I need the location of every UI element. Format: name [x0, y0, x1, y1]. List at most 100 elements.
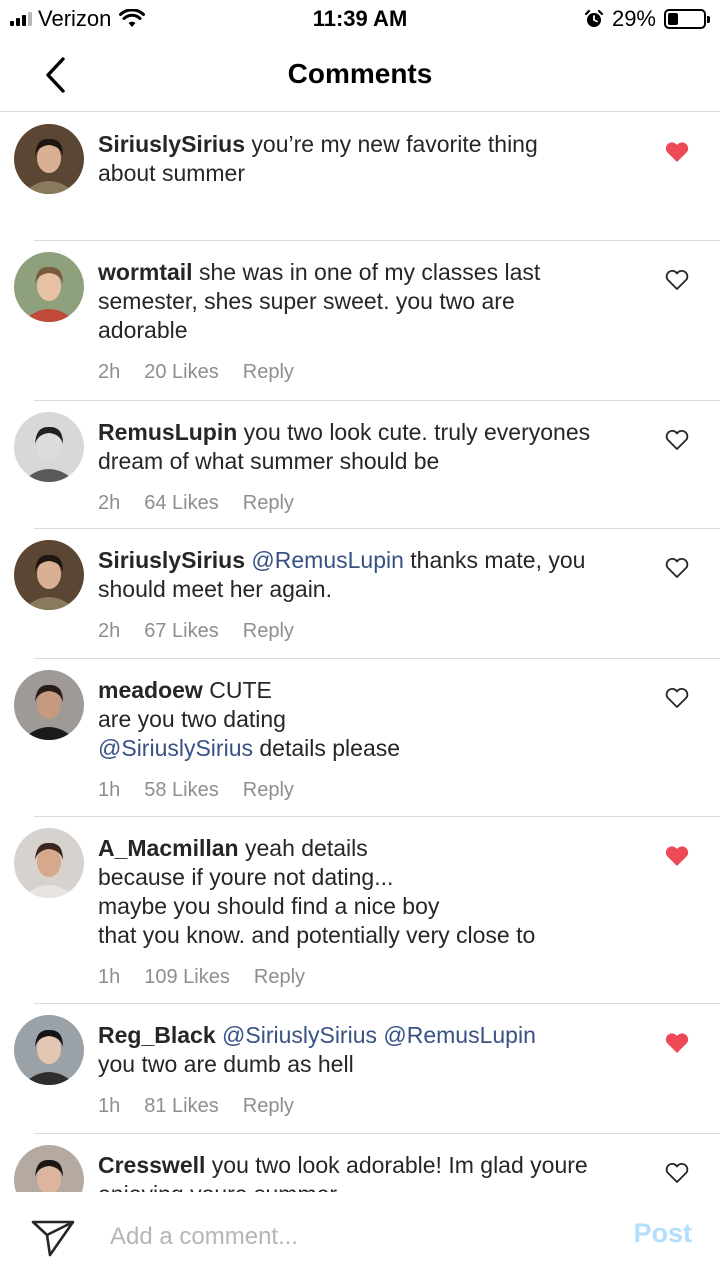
heart-filled-icon[interactable] [664, 844, 690, 868]
likes-count[interactable]: 58 Likes [144, 779, 219, 802]
comment-input[interactable] [110, 1216, 590, 1258]
likes-count[interactable]: 81 Likes [144, 1095, 219, 1118]
comment-body: meadoew CUTE are you two dating @SiriuslyS… [98, 676, 643, 763]
reply-button[interactable]: Reply [243, 1095, 294, 1118]
comment-text: maybe you should find a nice boy [98, 893, 440, 919]
battery-level [668, 13, 678, 25]
mention-link[interactable]: @SiriuslySirius [222, 1022, 377, 1048]
comment-text: thanks mate, you [403, 547, 586, 573]
comment-time: 1h [98, 779, 121, 801]
comment-body: SiriuslySirius @RemusLupin thanks mate, … [98, 546, 643, 604]
heart-filled-icon[interactable] [664, 1031, 690, 1055]
comment-text: that you know. and potentially very clos… [98, 922, 536, 948]
comment-list[interactable]: SiriuslySirius you’re my new favorite th… [0, 112, 720, 1192]
likes-count[interactable]: 64 Likes [144, 492, 219, 515]
reply-button[interactable]: Reply [243, 620, 294, 643]
battery-icon [664, 9, 710, 29]
avatar[interactable] [14, 1145, 84, 1192]
comment-body: SiriuslySirius you’re my new favorite th… [98, 130, 643, 188]
post-button[interactable]: Post [633, 1218, 692, 1249]
comment-text-line: should meet her again. [98, 575, 643, 604]
comment-text: adorable [98, 317, 188, 343]
page-title: Comments [287, 58, 433, 89]
comment-username[interactable]: SiriuslySirius [98, 131, 245, 157]
comment-text-line: that you know. and potentially very clos… [98, 921, 643, 950]
comment-text: yeah details [245, 835, 368, 861]
avatar[interactable] [14, 412, 84, 482]
comment-text: are you two dating [98, 706, 286, 732]
heart-outline-icon[interactable] [664, 1161, 690, 1185]
comment-text-line: maybe you should find a nice boy [98, 892, 643, 921]
comment-text-line: SiriuslySirius you’re my new favorite th… [98, 130, 643, 159]
comment-meta: 2h 64 Likes Reply [98, 492, 294, 515]
comment-username[interactable]: meadoew [98, 677, 203, 703]
likes-count[interactable]: 20 Likes [144, 361, 219, 384]
avatar[interactable] [14, 1015, 84, 1085]
comment-text: CUTE [209, 677, 272, 703]
comment-username[interactable]: RemusLupin [98, 419, 237, 445]
comment-text-line: meadoew CUTE [98, 676, 643, 705]
comment-text: should meet her again. [98, 576, 332, 602]
comment-username[interactable]: Cresswell [98, 1152, 205, 1178]
comment-time: 1h [98, 966, 121, 988]
comment-time: 2h [98, 620, 121, 642]
comment-body: wormtail she was in one of my classes la… [98, 258, 643, 345]
avatar[interactable] [14, 670, 84, 740]
heart-outline-icon[interactable] [664, 686, 690, 710]
heart-filled-icon[interactable] [664, 140, 690, 164]
heart-outline-icon[interactable] [664, 556, 690, 580]
mention-link[interactable]: @RemusLupin [383, 1022, 535, 1048]
comment-username[interactable]: SiriuslySirius [98, 547, 245, 573]
comment-body: Cresswell you two look adorable! Im glad… [98, 1151, 643, 1192]
likes-count[interactable]: 67 Likes [144, 620, 219, 643]
battery-percent: 29% [611, 6, 656, 31]
battery-group: 29% [584, 6, 710, 32]
comment-text-line: dream of what summer should be [98, 447, 643, 476]
comment-time: 2h [98, 492, 121, 514]
avatar[interactable] [14, 124, 84, 194]
comment-composer: Post [0, 1192, 720, 1280]
comment-text-line: A_Macmillan yeah details [98, 834, 643, 863]
comment-text-line: are you two dating [98, 705, 643, 734]
comment-text: you two are dumb as hell [98, 1051, 354, 1077]
comment-text-line: because if youre not dating... [98, 863, 643, 892]
comment-text: enjoying youre summer [98, 1181, 337, 1192]
comment-time: 1h [98, 1095, 121, 1117]
comment-username[interactable]: A_Macmillan [98, 835, 239, 861]
comment-text-line: adorable [98, 316, 643, 345]
comment-text: dream of what summer should be [98, 448, 440, 474]
likes-count[interactable]: 109 Likes [144, 966, 230, 989]
comment-username[interactable]: Reg_Black [98, 1022, 216, 1048]
navigation-bar: Comments [0, 40, 720, 112]
comment-username[interactable]: wormtail [98, 259, 193, 285]
reply-button[interactable]: Reply [254, 966, 305, 989]
avatar[interactable] [14, 540, 84, 610]
comment-meta: 2h 67 Likes Reply [98, 620, 294, 643]
avatar[interactable] [14, 252, 84, 322]
comment-text: about summer [98, 160, 246, 186]
comment-text: details please [252, 735, 401, 761]
comment-body: Reg_Black @SiriuslySirius @RemusLupin you… [98, 1021, 643, 1079]
comment-text: she was in one of my classes last [198, 259, 541, 285]
comment-text-line: Reg_Black @SiriuslySirius @RemusLupin [98, 1021, 643, 1050]
status-bar: Verizon 11:39 AM 29% [0, 0, 720, 40]
comment-text-line: semester, shes super sweet. you two are [98, 287, 643, 316]
mention-link[interactable]: @SiriuslySirius [98, 735, 253, 761]
comment-meta: 1h 58 Likes Reply [98, 779, 294, 802]
mention-link[interactable]: @RemusLupin [251, 547, 403, 573]
heart-outline-icon[interactable] [664, 428, 690, 452]
comment-time: 2h [98, 361, 121, 383]
comment-text-line: RemusLupin you two look cute. truly ever… [98, 418, 643, 447]
avatar[interactable] [14, 828, 84, 898]
heart-outline-icon[interactable] [664, 268, 690, 292]
comment-text-line: Cresswell you two look adorable! Im glad… [98, 1151, 643, 1180]
comment-meta: 1h 109 Likes Reply [98, 966, 305, 989]
send-icon[interactable] [28, 1212, 78, 1262]
reply-button[interactable]: Reply [243, 361, 294, 384]
comment-meta: 1h 81 Likes Reply [98, 1095, 294, 1118]
alarm-icon [584, 9, 604, 27]
comment-text: you two look cute. truly everyones [243, 419, 591, 445]
reply-button[interactable]: Reply [243, 779, 294, 802]
comment-text: you’re my new favorite thing [251, 131, 538, 157]
reply-button[interactable]: Reply [243, 492, 294, 515]
